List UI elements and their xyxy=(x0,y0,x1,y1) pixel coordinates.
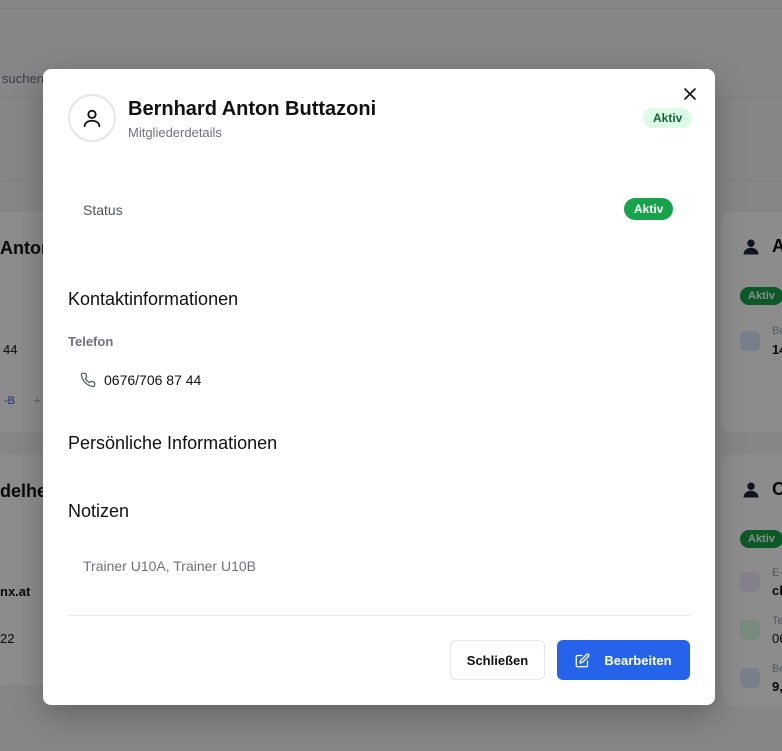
edit-icon xyxy=(576,653,590,667)
notes-heading: Notizen xyxy=(68,501,130,521)
status-badge: Aktiv xyxy=(624,198,674,220)
phone-label: Telefon xyxy=(68,334,114,349)
close-dialog-button[interactable]: Schließen xyxy=(450,640,545,680)
notes-text: Trainer U10A, Trainer U10B xyxy=(83,558,256,574)
personal-info-heading: Persönliche Informationen xyxy=(68,433,278,453)
dialog-subtitle: Mitgliederdetails xyxy=(128,125,222,140)
phone-icon xyxy=(80,372,96,388)
avatar xyxy=(68,94,116,142)
edit-button-label: Bearbeiten xyxy=(604,652,672,668)
footer-divider xyxy=(68,615,690,616)
header-status-badge: Aktiv xyxy=(643,108,693,128)
close-dialog-label: Schließen xyxy=(466,652,529,668)
close-button[interactable] xyxy=(679,83,701,105)
contact-heading: Kontaktinformationen xyxy=(68,289,239,309)
close-icon xyxy=(684,88,696,100)
edit-button[interactable]: Bearbeiten xyxy=(557,640,690,680)
user-icon xyxy=(83,109,101,128)
status-label: Status xyxy=(83,202,123,218)
member-details-dialog: Bernhard Anton Buttazoni Mitgliederdetai… xyxy=(43,69,715,705)
phone-value: 0676/706 87 44 xyxy=(104,372,202,388)
dialog-title: Bernhard Anton Buttazoni xyxy=(128,98,377,120)
phone-row[interactable]: 0676/706 87 44 xyxy=(80,372,201,388)
